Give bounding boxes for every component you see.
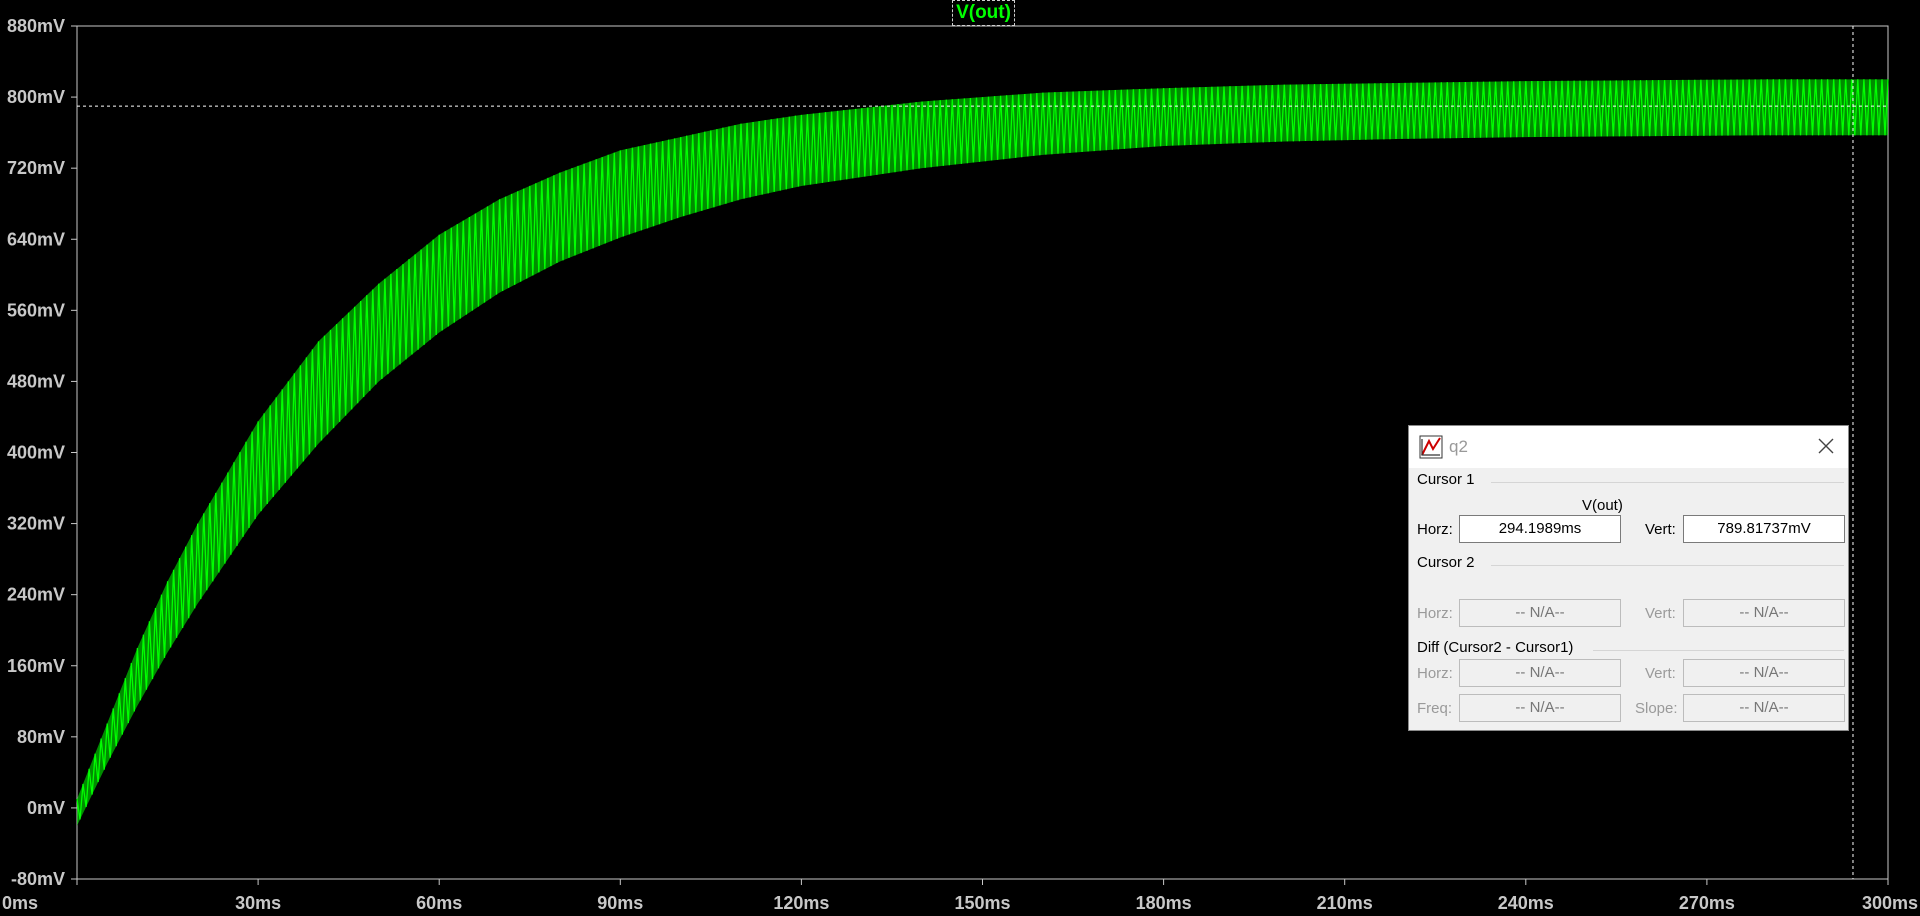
diff-vert-field: -- N/A-- xyxy=(1683,659,1845,687)
y-tick-label: 160mV xyxy=(7,656,65,676)
x-axis: 0ms 30ms 60ms 90ms 120ms 150ms 180ms 210ms 240ms… xyxy=(2,879,1918,913)
diff-group-label: Diff (Cursor2 - Cursor1) xyxy=(1417,639,1574,656)
dialog-title: q2 xyxy=(1449,437,1468,456)
cursor1-horz-label: Horz: xyxy=(1417,521,1453,538)
y-tick-label: -80mV xyxy=(11,869,65,889)
y-tick-label: 800mV xyxy=(7,87,65,107)
y-tick-label: 480mV xyxy=(7,371,65,391)
y-tick-label: 80mV xyxy=(17,727,65,747)
cursor2-horz-label: Horz: xyxy=(1417,605,1453,622)
cursor1-trace-name: V(out) xyxy=(1582,497,1623,514)
diff-horz-label: Horz: xyxy=(1417,665,1453,682)
cursor1-vert-label: Vert: xyxy=(1645,521,1676,538)
y-tick-label: 560mV xyxy=(7,300,65,320)
x-tick-label: 90ms xyxy=(597,893,643,913)
x-tick-label: 0ms xyxy=(2,893,38,913)
diff-slope-field: -- N/A-- xyxy=(1683,694,1845,722)
diff-freq-field: -- N/A-- xyxy=(1459,694,1621,722)
y-axis: 880mV 800mV 720mV 640mV 560mV 480mV 400mV 320mV… xyxy=(7,16,77,889)
cursor-dialog[interactable]: q2 Cursor 1 V(out) Horz: 294.1989ms Vert… xyxy=(1408,425,1849,731)
y-tick-label: 640mV xyxy=(7,229,65,249)
cursor2-group-label: Cursor 2 xyxy=(1417,554,1475,571)
divider xyxy=(1593,650,1844,651)
cursor1-group-label: Cursor 1 xyxy=(1417,471,1475,488)
diff-horz-field: -- N/A-- xyxy=(1459,659,1621,687)
cursor1-horz-field[interactable]: 294.1989ms xyxy=(1459,515,1621,543)
cursor2-vert-label: Vert: xyxy=(1645,605,1676,622)
y-tick-label: 0mV xyxy=(27,798,65,818)
diff-vert-label: Vert: xyxy=(1645,665,1676,682)
x-tick-label: 240ms xyxy=(1498,893,1554,913)
diff-slope-label: Slope: xyxy=(1635,700,1678,717)
x-tick-label: 270ms xyxy=(1679,893,1735,913)
diff-freq-label: Freq: xyxy=(1417,700,1453,717)
cursor1-vert-field[interactable]: 789.81737mV xyxy=(1683,515,1845,543)
y-tick-label: 240mV xyxy=(7,585,65,605)
ltspice-app-icon xyxy=(1419,435,1443,459)
y-tick-label: 400mV xyxy=(7,443,65,463)
x-tick-label: 150ms xyxy=(954,893,1010,913)
x-tick-label: 30ms xyxy=(235,893,281,913)
divider xyxy=(1491,482,1844,483)
x-tick-label: 300ms xyxy=(1862,893,1918,913)
cursor2-horz-field: -- N/A-- xyxy=(1459,599,1621,627)
x-tick-label: 120ms xyxy=(773,893,829,913)
y-tick-label: 880mV xyxy=(7,16,65,36)
trace-label-v-out[interactable]: V(out) xyxy=(952,0,1015,26)
y-tick-label: 320mV xyxy=(7,514,65,534)
close-icon[interactable] xyxy=(1814,434,1838,458)
dialog-title-bar[interactable]: q2 xyxy=(1409,426,1848,468)
divider xyxy=(1491,565,1844,566)
x-tick-label: 180ms xyxy=(1136,893,1192,913)
x-tick-label: 60ms xyxy=(416,893,462,913)
y-tick-label: 720mV xyxy=(7,158,65,178)
cursor2-vert-field: -- N/A-- xyxy=(1683,599,1845,627)
x-tick-label: 210ms xyxy=(1317,893,1373,913)
